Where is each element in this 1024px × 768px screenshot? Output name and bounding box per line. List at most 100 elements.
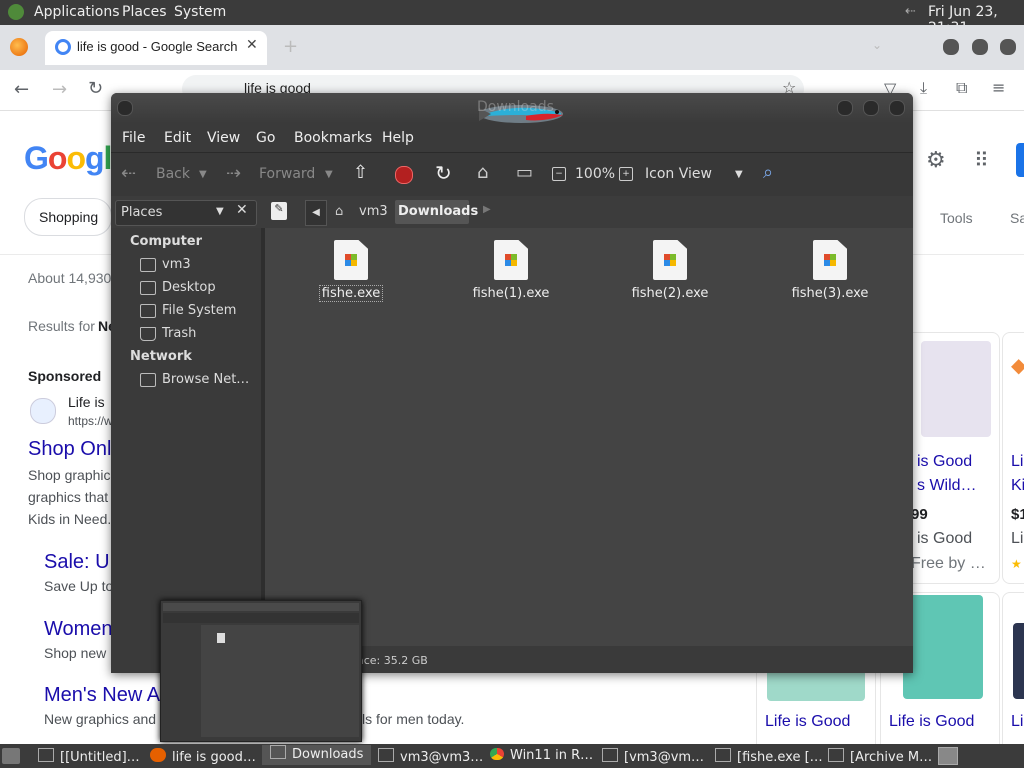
forward-button[interactable]: Forward bbox=[259, 166, 315, 182]
file-item[interactable]: fishe.exe bbox=[296, 240, 406, 302]
product-3-title[interactable]: Life is Good bbox=[765, 713, 850, 731]
taskbar-item-chrome[interactable]: Win11 in R… bbox=[490, 748, 593, 763]
extensions-icon[interactable]: ⧉ bbox=[956, 78, 967, 98]
ad-site-name[interactable]: Life is bbox=[68, 394, 105, 410]
stop-icon[interactable] bbox=[395, 166, 413, 184]
safesearch-tab[interactable]: Sa bbox=[1010, 210, 1024, 226]
sitelink-women[interactable]: Women bbox=[44, 618, 113, 641]
window-menu-button[interactable] bbox=[117, 100, 133, 116]
sign-in-button[interactable] bbox=[1016, 143, 1024, 177]
computer-icon[interactable]: ▭ bbox=[516, 162, 533, 183]
back-button[interactable]: Back bbox=[156, 166, 190, 182]
product-1-title-2[interactable]: s Wild… bbox=[917, 477, 977, 495]
file-item[interactable]: fishe(3).exe bbox=[775, 240, 885, 301]
forward-arrow-icon[interactable]: → bbox=[52, 79, 67, 100]
taskbar-item-untitled[interactable]: [[Untitled]… bbox=[38, 748, 140, 765]
browser-tab[interactable]: life is good - Google Search ✕ bbox=[45, 31, 267, 65]
product-card-5[interactable]: Li bbox=[1002, 592, 1024, 754]
product-1-title[interactable]: is Good bbox=[917, 453, 972, 471]
reload-icon[interactable]: ↻ bbox=[88, 78, 103, 99]
path-downloads[interactable]: Downloads bbox=[398, 204, 478, 219]
product-2-title[interactable]: Li bbox=[1011, 453, 1023, 471]
edit-location-icon[interactable]: ✎ bbox=[271, 202, 287, 220]
file-manager-titlebar[interactable]: Downloads bbox=[111, 93, 913, 123]
menu-places[interactable]: Places bbox=[122, 4, 167, 20]
sidebar-item-desktop[interactable]: Desktop bbox=[140, 280, 216, 295]
tools-tab[interactable]: Tools bbox=[940, 210, 973, 226]
close-tab-icon[interactable]: ✕ bbox=[246, 37, 258, 53]
taskbar-item-firefox[interactable]: life is good… bbox=[150, 748, 256, 765]
browser-maximize-button[interactable] bbox=[972, 39, 988, 55]
sidebar-item-trash[interactable]: Trash bbox=[140, 326, 197, 341]
menu-edit[interactable]: Edit bbox=[164, 130, 191, 146]
sitelink-men[interactable]: Men's New A bbox=[44, 684, 160, 707]
sidebar-item-filesystem[interactable]: File System bbox=[140, 303, 236, 318]
path-right-arrow-icon[interactable]: ▶ bbox=[483, 204, 491, 215]
forward-history-chevron-icon[interactable]: ▼ bbox=[325, 169, 333, 180]
product-4-title[interactable]: Life is Good bbox=[889, 713, 974, 731]
taskbar-item-terminal-1[interactable]: vm3@vm3… bbox=[378, 748, 483, 765]
sidebar-item-vm3[interactable]: vm3 bbox=[140, 257, 191, 272]
path-vm3[interactable]: vm3 bbox=[359, 204, 388, 219]
file-item[interactable]: fishe(2).exe bbox=[615, 240, 725, 301]
settings-gear-icon[interactable]: ⚙ bbox=[926, 148, 946, 173]
file-view[interactable]: fishe.exe fishe(1).exe fishe(2).exe fish… bbox=[265, 228, 913, 646]
apps-grid-icon[interactable]: ⠿ bbox=[974, 148, 989, 172]
close-sidebar-icon[interactable]: ✕ bbox=[236, 202, 248, 218]
path-left-arrow-icon[interactable]: ◀ bbox=[305, 200, 327, 226]
menu-go[interactable]: Go bbox=[256, 130, 275, 146]
menu-view[interactable]: View bbox=[207, 130, 240, 146]
product-5-title[interactable]: Li bbox=[1011, 713, 1023, 731]
zoom-in-icon[interactable]: + bbox=[619, 167, 633, 181]
distro-logo-icon[interactable] bbox=[8, 4, 24, 20]
chip-shopping[interactable]: Shopping bbox=[24, 198, 112, 236]
show-desktop-icon[interactable] bbox=[2, 748, 20, 764]
taskbar-item-terminal-2[interactable]: [vm3@vm… bbox=[602, 748, 704, 765]
new-tab-icon[interactable]: + bbox=[283, 36, 298, 57]
view-mode-chevron-icon[interactable]: ▼ bbox=[735, 169, 743, 180]
menu-file[interactable]: File bbox=[122, 130, 145, 146]
menu-applications[interactable]: Applications bbox=[34, 4, 120, 20]
back-history-chevron-icon[interactable]: ▼ bbox=[199, 169, 207, 180]
taskbar-item-archive[interactable]: [Archive M… bbox=[828, 748, 932, 765]
file-item[interactable]: fishe(1).exe bbox=[456, 240, 566, 301]
sidebar-heading-computer: Computer bbox=[130, 234, 203, 249]
browser-minimize-button[interactable] bbox=[943, 39, 959, 55]
browser-close-button[interactable] bbox=[1000, 39, 1016, 55]
search-icon[interactable]: ⌕ bbox=[763, 162, 773, 183]
back-icon[interactable]: ⇠ bbox=[121, 163, 136, 184]
sidebar-item-browse-network[interactable]: Browse Net… bbox=[140, 372, 249, 387]
home-icon[interactable]: ⌂ bbox=[477, 162, 488, 183]
back-arrow-icon[interactable]: ← bbox=[14, 79, 29, 100]
workspace-switcher[interactable] bbox=[938, 747, 958, 765]
window-icon bbox=[38, 748, 54, 762]
menu-system[interactable]: System bbox=[174, 4, 226, 20]
menu-bookmarks[interactable]: Bookmarks bbox=[294, 130, 372, 146]
network-icon[interactable]: ⇠ bbox=[905, 4, 916, 19]
view-mode-select[interactable]: Icon View bbox=[645, 166, 712, 182]
file-name: fishe.exe bbox=[318, 285, 384, 302]
close-button[interactable] bbox=[889, 100, 905, 116]
product-2-title-2[interactable]: Ki bbox=[1011, 477, 1024, 495]
zoom-level[interactable]: 100% bbox=[575, 166, 615, 182]
forward-icon[interactable]: ⇢ bbox=[226, 163, 241, 184]
sitelink-sale[interactable]: Sale: U bbox=[44, 551, 110, 574]
taskbar-item-fishe[interactable]: [fishe.exe [… bbox=[715, 748, 823, 765]
top-panel: Applications Places System ⇠ Fri Jun 23,… bbox=[0, 0, 1024, 36]
ad-title-link[interactable]: Shop Onl bbox=[28, 438, 111, 461]
tab-list-chevron-icon[interactable]: ⌄ bbox=[872, 38, 882, 52]
minimize-button[interactable] bbox=[837, 100, 853, 116]
product-card-2[interactable]: ◆ Li Ki $1 Li ★ bbox=[1002, 332, 1024, 584]
up-icon[interactable]: ⇧ bbox=[353, 162, 368, 183]
maximize-button[interactable] bbox=[863, 100, 879, 116]
taskbar-item-downloads[interactable]: Downloads bbox=[262, 745, 372, 765]
download-icon[interactable]: ⤓ bbox=[920, 78, 927, 98]
menu-help[interactable]: Help bbox=[382, 130, 414, 146]
zoom-out-icon[interactable]: − bbox=[552, 167, 566, 181]
ad-url[interactable]: https://w bbox=[68, 414, 113, 428]
firefox-icon[interactable] bbox=[10, 38, 28, 56]
window-preview-thumbnail[interactable] bbox=[160, 600, 362, 742]
reload-icon[interactable]: ↻ bbox=[435, 161, 452, 185]
sidebar-item-trash-label: Trash bbox=[162, 326, 197, 341]
hamburger-menu-icon[interactable]: ≡ bbox=[992, 78, 1005, 97]
